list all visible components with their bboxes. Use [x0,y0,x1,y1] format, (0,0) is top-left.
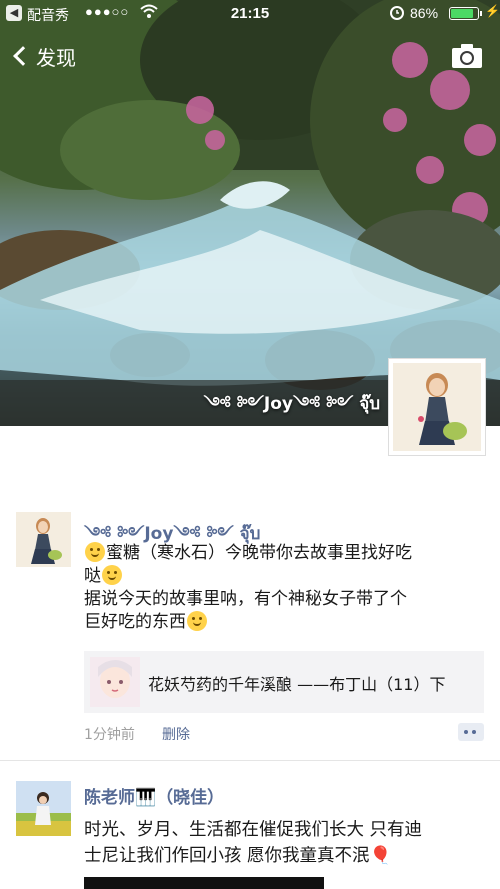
post-text: 时光、岁月、生活都在催促我们长大 只有迪 士尼让我们作回小孩 愿你我童真不泯🎈 [84,817,484,869]
post-divider [0,760,500,761]
avatar-illustration [393,363,481,451]
nav-back-button[interactable]: 发现 [10,40,76,72]
camera-icon[interactable] [451,42,483,70]
battery-icon [449,7,479,20]
share-thumbnail [90,657,140,707]
lightning-bolt-icon: ⚡ [485,4,500,18]
post-author-name[interactable]: 陈老师🎹（晓佳） [84,783,224,808]
smiling-face-emoji-icon [187,611,207,631]
post-text: 蜜糖（寒水石）今晚带你去故事里找好吃 哒 据说今天的故事里呐，有个神秘女子带了个… [84,542,484,634]
battery-cap [480,11,482,16]
battery-percent: 86% [410,5,439,21]
profile-avatar[interactable] [388,358,486,456]
post-timestamp: 1分钟前 [84,727,135,743]
post-text-line: 据说今天的故事里呐，有个神秘女子带了个 [84,589,407,609]
smiling-face-emoji-icon [85,542,105,562]
post-text-line: 哒 [84,565,484,588]
post-text-line: 士尼让我们作回小孩 愿你我童真不泯🎈 [84,846,392,866]
battery-level-fill [451,9,473,18]
smiling-face-emoji-icon [102,565,122,585]
post-text-segment: 蜜糖（寒水石）今晚带你去故事里找好吃 [106,543,412,563]
post-text-line: 时光、岁月、生活都在催促我们长大 只有迪 [84,820,423,840]
post-text-segment: 巨好吃的东西 [84,612,186,632]
post-text-line: 蜜糖（寒水石）今晚带你去故事里找好吃 [84,542,484,565]
delete-post-button[interactable]: 删除 [162,724,190,744]
status-bar: ◀ 配音秀 ●●●○○ 21:15 86% ⚡ [0,0,500,28]
dot [464,730,468,734]
shared-link-card[interactable]: 花妖芍药的千年溪酿 ——布丁山（11）下 [84,651,484,713]
post-avatar[interactable] [16,781,71,836]
cover-user-name[interactable]: ༺ ༻Joy༺ ༻ จุ๊บ [204,384,380,426]
post-avatar[interactable] [16,512,71,567]
alarm-clock-icon [390,6,404,20]
post-text-segment: 哒 [84,566,101,586]
chevron-left-icon [13,46,33,66]
comment-menu-icon[interactable] [458,723,484,741]
post-text-line: 巨好吃的东西 [84,611,484,634]
dot [472,730,476,734]
share-title: 花妖芍药的千年溪酿 ——布丁山（11）下 [148,675,446,694]
post-image[interactable] [84,877,324,889]
nav-back-label: 发现 [36,45,76,70]
